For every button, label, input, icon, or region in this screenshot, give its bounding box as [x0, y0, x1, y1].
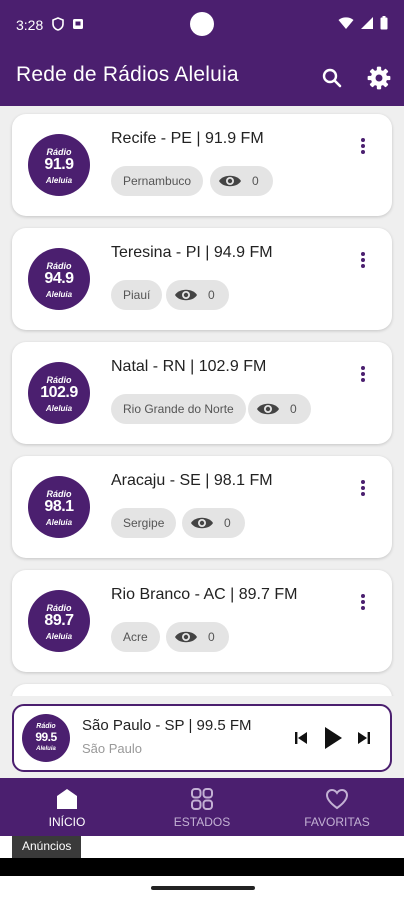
- radio-logo: Rádio 91.9 Aleluia: [28, 134, 90, 196]
- radio-card-partial[interactable]: [12, 684, 392, 696]
- eye-icon: [175, 631, 197, 643]
- eye-icon: [175, 289, 197, 301]
- views-chip: 0: [248, 394, 311, 424]
- radio-logo: Rádio 102.9 Aleluia: [28, 362, 90, 424]
- views-count: 0: [208, 288, 215, 302]
- bottom-navigation: INÍCIO ESTADOS FAVORITAS: [0, 778, 404, 836]
- radio-list[interactable]: Rádio 91.9 Aleluia Recife - PE | 91.9 FM…: [0, 106, 404, 696]
- signal-icon: [361, 17, 373, 29]
- ads-label: Anúncios: [12, 836, 82, 858]
- eye-icon: [191, 517, 213, 529]
- radio-card[interactable]: Rádio 98.1 Aleluia Aracaju - SE | 98.1 F…: [12, 456, 392, 558]
- search-icon[interactable]: [320, 66, 344, 90]
- more-options-icon[interactable]: [360, 138, 366, 156]
- views-count: 0: [290, 402, 297, 416]
- radio-logo: Rádio 94.9 Aleluia: [28, 248, 90, 310]
- player-radio-logo: Rádio 99.5 Aleluia: [22, 714, 70, 762]
- radio-card[interactable]: Rádio 91.9 Aleluia Recife - PE | 91.9 FM…: [12, 114, 392, 216]
- grid-icon: [191, 788, 213, 810]
- views-count: 0: [208, 630, 215, 644]
- views-count: 0: [252, 174, 259, 188]
- radio-title: Natal - RN | 102.9 FM: [111, 358, 267, 375]
- radio-logo: Rádio 98.1 Aleluia: [28, 476, 90, 538]
- play-icon[interactable]: [322, 724, 344, 752]
- nav-item-inicio[interactable]: INÍCIO: [0, 778, 134, 836]
- state-chip: Sergipe: [111, 508, 177, 538]
- nav-label: INÍCIO: [48, 815, 86, 829]
- state-chip: Piauí: [111, 280, 163, 310]
- app-title: Rede de Rádios Aleluia: [16, 63, 239, 86]
- gesture-handle[interactable]: [151, 886, 255, 890]
- eye-icon: [219, 175, 241, 187]
- app-bar: Rede de Rádios Aleluia: [0, 50, 404, 106]
- radio-card[interactable]: Rádio 102.9 Aleluia Natal - RN | 102.9 F…: [12, 342, 392, 444]
- nav-label: FAVORITAS: [304, 815, 370, 829]
- skip-previous-icon[interactable]: [293, 726, 309, 750]
- ads-banner[interactable]: Anúncios: [0, 836, 404, 876]
- views-chip: 0: [182, 508, 245, 538]
- radio-title: Aracaju - SE | 98.1 FM: [111, 472, 273, 489]
- radio-logo: Rádio 89.7 Aleluia: [28, 590, 90, 652]
- more-options-icon[interactable]: [360, 366, 366, 384]
- camera-cutout: [190, 12, 214, 36]
- ad-content[interactable]: [0, 858, 404, 876]
- status-time: 3:28: [16, 17, 44, 33]
- skip-next-icon[interactable]: [356, 726, 372, 750]
- state-chip: Acre: [111, 622, 160, 652]
- status-bar: 3:28: [0, 0, 404, 50]
- radio-title: Teresina - PI | 94.9 FM: [111, 244, 273, 261]
- radio-title: Rio Branco - AC | 89.7 FM: [111, 586, 298, 603]
- views-chip: 0: [166, 622, 229, 652]
- more-options-icon[interactable]: [360, 594, 366, 612]
- eye-icon: [257, 403, 279, 415]
- more-options-icon[interactable]: [360, 252, 366, 270]
- settings-gear-icon[interactable]: [366, 65, 392, 91]
- mini-player[interactable]: Rádio 99.5 Aleluia São Paulo - SP | 99.5…: [12, 704, 392, 772]
- shield-icon: [52, 17, 64, 31]
- radio-title: Recife - PE | 91.9 FM: [111, 130, 264, 147]
- player-title: São Paulo - SP | 99.5 FM: [82, 717, 252, 734]
- player-subtitle: São Paulo: [82, 741, 142, 756]
- nav-item-favoritas[interactable]: FAVORITAS: [270, 778, 404, 836]
- state-chip: Pernambuco: [111, 166, 204, 196]
- nav-label: ESTADOS: [173, 815, 231, 829]
- more-options-icon[interactable]: [360, 480, 366, 498]
- radio-card[interactable]: Rádio 94.9 Aleluia Teresina - PI | 94.9 …: [12, 228, 392, 330]
- views-chip: 0: [166, 280, 229, 310]
- views-chip: 0: [210, 166, 273, 196]
- system-gesture-area: [0, 876, 404, 900]
- heart-icon: [325, 788, 349, 810]
- wifi-icon: [338, 17, 354, 29]
- views-count: 0: [224, 516, 231, 530]
- battery-icon: [380, 16, 388, 30]
- notification-icon: [73, 19, 83, 29]
- home-icon: [57, 789, 77, 809]
- nav-item-estados[interactable]: ESTADOS: [135, 778, 269, 836]
- state-chip: Rio Grande do Norte: [111, 394, 246, 424]
- radio-card[interactable]: Rádio 89.7 Aleluia Rio Branco - AC | 89.…: [12, 570, 392, 672]
